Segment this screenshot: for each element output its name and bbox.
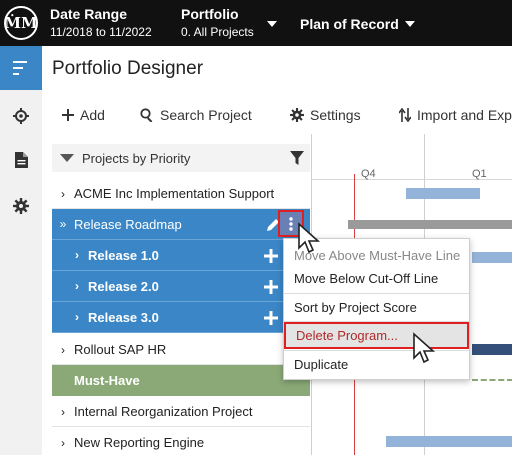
- timeline-bar[interactable]: [472, 252, 512, 263]
- rail-target-button[interactable]: [0, 94, 42, 138]
- plan-selector[interactable]: Plan of Record: [300, 16, 399, 34]
- settings-button[interactable]: Settings: [290, 96, 361, 134]
- plan-label: Plan of Record: [300, 16, 399, 32]
- add-label: Add: [80, 107, 105, 123]
- release-row[interactable]: › Release 3.0: [52, 302, 310, 333]
- timeline-header: Q4 Q1: [312, 144, 512, 180]
- release-row[interactable]: › Release 2.0: [52, 271, 310, 302]
- cursor-icon: [413, 332, 436, 364]
- cursor-icon: [298, 222, 321, 254]
- program-bar[interactable]: [348, 220, 512, 229]
- target-icon: [13, 108, 29, 124]
- release-label: Release 3.0: [88, 309, 159, 325]
- project-row[interactable]: › Rollout SAP HR: [52, 334, 310, 365]
- search-project-button[interactable]: Search Project: [140, 96, 252, 134]
- top-bar: ṀM Date Range 11/2018 to 11/2022 Portfol…: [0, 0, 512, 46]
- sort-triangle-icon[interactable]: [60, 153, 74, 163]
- must-have-line-row[interactable]: Must-Have: [52, 365, 310, 396]
- projects-panel-header: Projects by Priority: [52, 144, 310, 172]
- chevron-right-icon[interactable]: ›: [66, 310, 88, 324]
- search-icon: [140, 108, 153, 122]
- must-have-label: Must-Have: [74, 373, 140, 388]
- import-export-button[interactable]: Import and Exp: [399, 96, 512, 134]
- release-label: Release 2.0: [88, 278, 159, 294]
- chevron-right-icon[interactable]: ›: [52, 405, 74, 419]
- plus-icon: [62, 109, 74, 121]
- rail-settings-button[interactable]: [0, 184, 42, 228]
- chevron-right-icon[interactable]: ›: [52, 343, 74, 357]
- projects-panel-title: Projects by Priority: [82, 150, 191, 166]
- quarter-label: Q4: [361, 168, 376, 180]
- import-export-icon: [399, 108, 411, 122]
- portfolio-selector[interactable]: Portfolio 0. All Projects: [181, 6, 254, 39]
- menu-item-duplicate[interactable]: Duplicate: [284, 351, 469, 378]
- release-label: Release 1.0: [88, 247, 159, 263]
- must-have-dashed-line: [472, 379, 512, 381]
- chevron-right-icon[interactable]: ›: [66, 279, 88, 293]
- add-button[interactable]: Add: [62, 96, 105, 134]
- project-label: ACME Inc Implementation Support: [74, 186, 275, 201]
- settings-label: Settings: [310, 107, 361, 123]
- rail-document-button[interactable]: [0, 138, 42, 182]
- search-label: Search Project: [160, 107, 252, 123]
- logo-icon[interactable]: ṀM: [4, 6, 38, 40]
- project-label: Internal Reorganization Project: [74, 404, 253, 419]
- menu-lines-icon: [13, 61, 27, 75]
- page-title: Portfolio Designer: [52, 58, 204, 79]
- portfolio-value: 0. All Projects: [181, 25, 254, 39]
- date-range-value: 11/2018 to 11/2022: [50, 25, 152, 39]
- left-rail: [0, 46, 42, 455]
- date-range-selector[interactable]: Date Range 11/2018 to 11/2022: [50, 6, 152, 39]
- plan-chevron-down-icon[interactable]: [405, 21, 415, 27]
- menu-item-delete-program[interactable]: Delete Program...: [284, 322, 469, 349]
- chevron-right-icon[interactable]: ›: [52, 436, 74, 450]
- double-chevron-down-icon[interactable]: »: [52, 217, 74, 231]
- program-row-release-roadmap[interactable]: » Release Roadmap: [52, 209, 310, 240]
- chevron-right-icon[interactable]: ›: [66, 248, 88, 262]
- gear-icon: [13, 198, 29, 214]
- project-row[interactable]: › New Reporting Engine: [52, 427, 310, 455]
- project-label: Rollout SAP HR: [74, 342, 167, 357]
- program-label: Release Roadmap: [74, 216, 182, 232]
- menu-item-sort-by-score[interactable]: Sort by Project Score: [284, 294, 469, 321]
- date-range-label: Date Range: [50, 6, 128, 22]
- menu-item-move-below-cut-off[interactable]: Move Below Cut-Off Line: [284, 265, 469, 292]
- portfolio-label: Portfolio: [181, 6, 239, 22]
- timeline-bar[interactable]: [386, 436, 512, 447]
- release-row[interactable]: › Release 1.0: [52, 240, 310, 271]
- kebab-icon: [289, 216, 293, 231]
- chevron-right-icon[interactable]: ›: [52, 187, 74, 201]
- plus-icon[interactable]: [264, 310, 278, 325]
- timeline-bar[interactable]: [406, 188, 480, 199]
- document-icon: [14, 152, 28, 168]
- portfolio-chevron-down-icon[interactable]: [267, 21, 277, 27]
- quarter-label: Q1: [472, 168, 487, 180]
- import-label: Import and Exp: [417, 107, 512, 123]
- toolbar: Add Search Project Settings Import and E…: [42, 96, 512, 134]
- rail-menu-button[interactable]: [0, 46, 42, 90]
- project-row[interactable]: › Internal Reorganization Project: [52, 396, 310, 427]
- project-row[interactable]: › ACME Inc Implementation Support: [52, 178, 310, 209]
- plus-icon[interactable]: [264, 279, 278, 294]
- timeline-bar[interactable]: [472, 344, 512, 355]
- plus-icon[interactable]: [264, 248, 278, 263]
- context-menu: Move Above Must-Have Line Move Below Cut…: [283, 238, 470, 380]
- project-label: New Reporting Engine: [74, 435, 205, 450]
- settings-gear-icon: [290, 108, 304, 122]
- filter-icon[interactable]: [290, 151, 304, 165]
